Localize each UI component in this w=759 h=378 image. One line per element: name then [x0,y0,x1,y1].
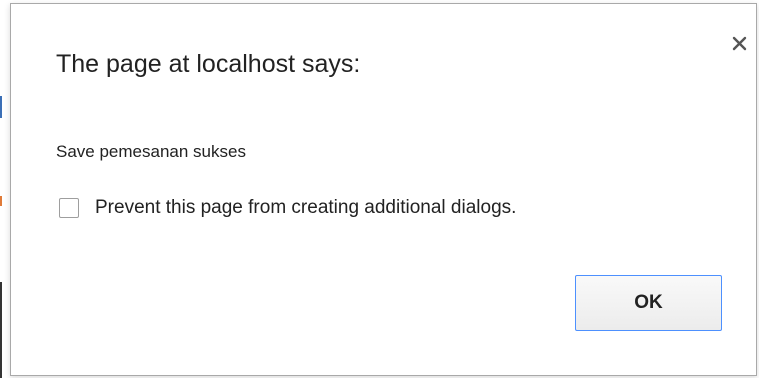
page-edge-accent-blue [0,96,2,118]
page-edge-accent-orange [0,196,2,206]
page-edge-accent-dark [0,282,2,378]
prevent-dialogs-label[interactable]: Prevent this page from creating addition… [95,196,516,220]
alert-dialog: The page at localhost says: Save pemesan… [10,3,757,376]
dialog-message: Save pemesanan sukses [56,142,246,161]
prevent-dialogs-option[interactable]: Prevent this page from creating addition… [59,194,516,222]
ok-button[interactable]: OK [575,275,722,331]
close-icon[interactable] [729,32,751,54]
prevent-dialogs-checkbox[interactable] [59,198,79,218]
dialog-title: The page at localhost says: [56,50,361,78]
